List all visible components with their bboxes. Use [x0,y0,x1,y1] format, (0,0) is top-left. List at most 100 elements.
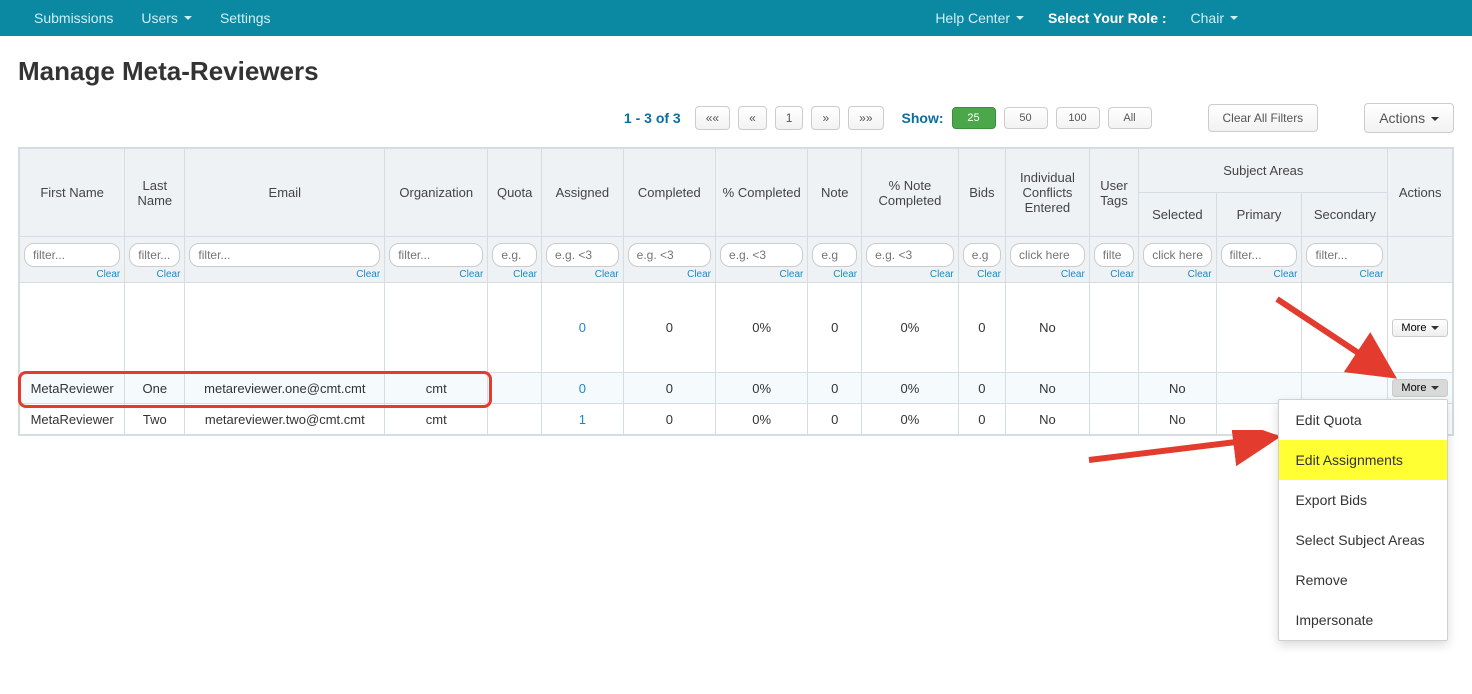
cell-quota [488,283,542,373]
clear-filter[interactable]: Clear [1143,269,1211,280]
cell-quota [488,373,542,404]
col-secondary[interactable]: Secondary [1302,193,1388,237]
cell-selected: No [1139,373,1216,404]
pagesize-25[interactable]: 25 [952,107,996,129]
clear-filter[interactable]: Clear [1010,269,1085,280]
nav-role-value: Chair [1191,10,1224,26]
cell-selected: No [1139,404,1216,435]
col-note[interactable]: Note [808,149,862,237]
col-first-name[interactable]: First Name [20,149,125,237]
filter-assigned[interactable] [546,243,619,267]
assigned-link[interactable]: 0 [579,320,586,335]
dropdown-remove[interactable]: Remove [1279,560,1447,600]
filter-ice[interactable] [1010,243,1085,267]
nav-role[interactable]: Chair [1177,2,1252,34]
filter-secondary[interactable] [1306,243,1383,267]
col-quota[interactable]: Quota [488,149,542,237]
col-selected[interactable]: Selected [1139,193,1216,237]
dropdown-impersonate[interactable]: Impersonate [1279,600,1447,640]
clear-filter[interactable]: Clear [24,269,120,280]
pagesize-100[interactable]: 100 [1056,107,1100,129]
caret-down-icon [1431,326,1439,330]
dropdown-export-bids[interactable]: Export Bids [1279,480,1447,520]
cell-pct-completed: 0% [716,404,808,435]
col-primary[interactable]: Primary [1216,193,1302,237]
nav-settings[interactable]: Settings [206,2,285,34]
more-button[interactable]: More [1392,379,1448,397]
filter-pct-note[interactable] [866,243,954,267]
clear-filter[interactable]: Clear [963,269,1001,280]
clear-filter[interactable]: Clear [812,269,857,280]
pager-first[interactable]: «« [695,106,730,130]
clear-filter[interactable]: Clear [1221,269,1298,280]
cell-completed: 0 [623,373,715,404]
clear-filter[interactable]: Clear [492,269,537,280]
cell-last-name: Two [125,404,185,435]
pager-last[interactable]: »» [848,106,883,130]
clear-filter[interactable]: Clear [1306,269,1383,280]
nav-submissions[interactable]: Submissions [20,2,127,34]
more-button[interactable]: More [1392,319,1448,337]
clear-filter[interactable]: Clear [866,269,954,280]
cell-note: 0 [808,373,862,404]
clear-filter[interactable]: Clear [129,269,180,280]
nav-users[interactable]: Users [127,2,206,34]
clear-filter[interactable]: Clear [628,269,711,280]
pager-page[interactable]: 1 [775,106,804,130]
dropdown-select-subject[interactable]: Select Subject Areas [1279,520,1447,560]
filter-selected[interactable] [1143,243,1211,267]
cell-quota [488,404,542,435]
col-assigned[interactable]: Assigned [542,149,624,237]
filter-pct-completed[interactable] [720,243,803,267]
col-user-tags[interactable]: User Tags [1089,149,1138,237]
filter-email[interactable] [189,243,380,267]
filter-tags[interactable] [1094,243,1134,267]
clear-filter[interactable]: Clear [1094,269,1134,280]
col-email[interactable]: Email [185,149,385,237]
clear-filter[interactable]: Clear [546,269,619,280]
caret-down-icon [1016,16,1024,20]
nav-help[interactable]: Help Center [921,2,1038,34]
cell-org: cmt [385,404,488,435]
clear-filter[interactable]: Clear [189,269,380,280]
dropdown-edit-quota[interactable]: Edit Quota [1279,400,1447,440]
caret-down-icon [1230,16,1238,20]
caret-down-icon [1431,386,1439,390]
filter-primary[interactable] [1221,243,1298,267]
show-label: Show: [902,110,944,126]
clear-filter[interactable]: Clear [720,269,803,280]
col-bids[interactable]: Bids [958,149,1005,237]
table-row: 000%00%0NoMore [20,283,1453,373]
pager-prev[interactable]: « [738,106,767,130]
cell-email: metareviewer.two@cmt.cmt [185,404,385,435]
col-pct-note[interactable]: % Note Completed [862,149,959,237]
filter-bids[interactable] [963,243,1001,267]
col-ice[interactable]: Individual Conflicts Entered [1006,149,1090,237]
clear-filter[interactable]: Clear [389,269,483,280]
filter-last-name[interactable] [129,243,180,267]
clear-all-filters[interactable]: Clear All Filters [1208,104,1319,132]
filter-quota[interactable] [492,243,537,267]
pagesize-all[interactable]: All [1108,107,1152,129]
cell-assigned: 0 [542,283,624,373]
col-last-name[interactable]: Last Name [125,149,185,237]
col-completed[interactable]: Completed [623,149,715,237]
pager-next[interactable]: » [811,106,840,130]
filter-first-name[interactable] [24,243,120,267]
filter-completed[interactable] [628,243,711,267]
cell-note: 0 [808,283,862,373]
actions-button[interactable]: Actions [1364,103,1454,133]
col-actions: Actions [1388,149,1453,237]
assigned-link[interactable]: 1 [579,412,586,427]
col-organization[interactable]: Organization [385,149,488,237]
assigned-link[interactable]: 0 [579,381,586,396]
cell-secondary [1302,283,1388,373]
pagesize-50[interactable]: 50 [1004,107,1048,129]
filter-note[interactable] [812,243,857,267]
dropdown-edit-assignments[interactable]: Edit Assignments [1279,440,1447,480]
cell-last-name [125,283,185,373]
cell-assigned: 0 [542,373,624,404]
cell-tags [1089,404,1138,435]
filter-org[interactable] [389,243,483,267]
col-pct-completed[interactable]: % Completed [716,149,808,237]
